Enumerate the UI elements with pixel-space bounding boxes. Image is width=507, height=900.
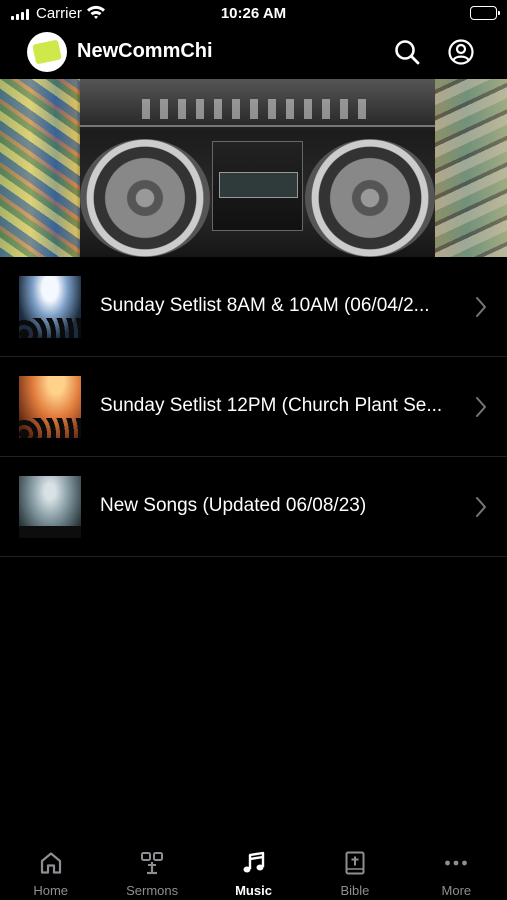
tab-label: More xyxy=(441,883,472,898)
playlist-thumbnail xyxy=(19,376,81,438)
tab-sermons[interactable]: Sermons xyxy=(101,838,202,900)
tab-music[interactable]: Music xyxy=(203,838,304,900)
church-logo xyxy=(27,32,67,72)
playlist-thumbnail xyxy=(19,276,81,338)
app-title: NewCommChi xyxy=(77,40,213,62)
tab-bar: Home Sermons Music Bible More xyxy=(0,838,507,900)
list-item[interactable]: Sunday Setlist 12PM (Church Plant Se... xyxy=(0,357,507,457)
more-icon xyxy=(445,860,468,866)
playlist-thumbnail xyxy=(19,476,81,538)
battery-icon xyxy=(470,6,500,20)
search-button[interactable] xyxy=(392,37,422,67)
chevron-right-icon xyxy=(476,297,486,317)
tab-label: Sermons xyxy=(126,883,179,898)
tab-label: Bible xyxy=(340,883,370,898)
list-item-title: Sunday Setlist 8AM & 10AM (06/04/2... xyxy=(100,295,430,316)
list-item-title: New Songs (Updated 06/08/23) xyxy=(100,495,367,516)
bible-icon xyxy=(345,851,365,875)
music-icon xyxy=(243,851,264,873)
list-item-title: Sunday Setlist 12PM (Church Plant Se... xyxy=(100,395,443,416)
app-header: NewCommChi xyxy=(0,28,507,78)
chevron-right-icon xyxy=(476,497,486,517)
playlist-list: Sunday Setlist 8AM & 10AM (06/04/2... Su… xyxy=(0,257,507,557)
sermons-icon xyxy=(141,852,164,875)
tab-more[interactable]: More xyxy=(406,838,507,900)
list-item[interactable]: New Songs (Updated 06/08/23) xyxy=(0,457,507,557)
list-item[interactable]: Sunday Setlist 8AM & 10AM (06/04/2... xyxy=(0,257,507,357)
search-icon xyxy=(395,40,420,65)
tab-label: Home xyxy=(33,883,69,898)
chevron-right-icon xyxy=(476,397,486,417)
home-icon xyxy=(40,852,61,874)
account-icon xyxy=(448,39,474,65)
music-banner-image xyxy=(0,79,507,257)
tab-label: Music xyxy=(235,883,272,898)
clock: 10:26 AM xyxy=(220,5,287,22)
tab-home[interactable]: Home xyxy=(0,838,101,900)
status-bar: Carrier 10:26 AM xyxy=(0,0,507,28)
account-button[interactable] xyxy=(446,37,476,67)
tab-bible[interactable]: Bible xyxy=(304,838,405,900)
